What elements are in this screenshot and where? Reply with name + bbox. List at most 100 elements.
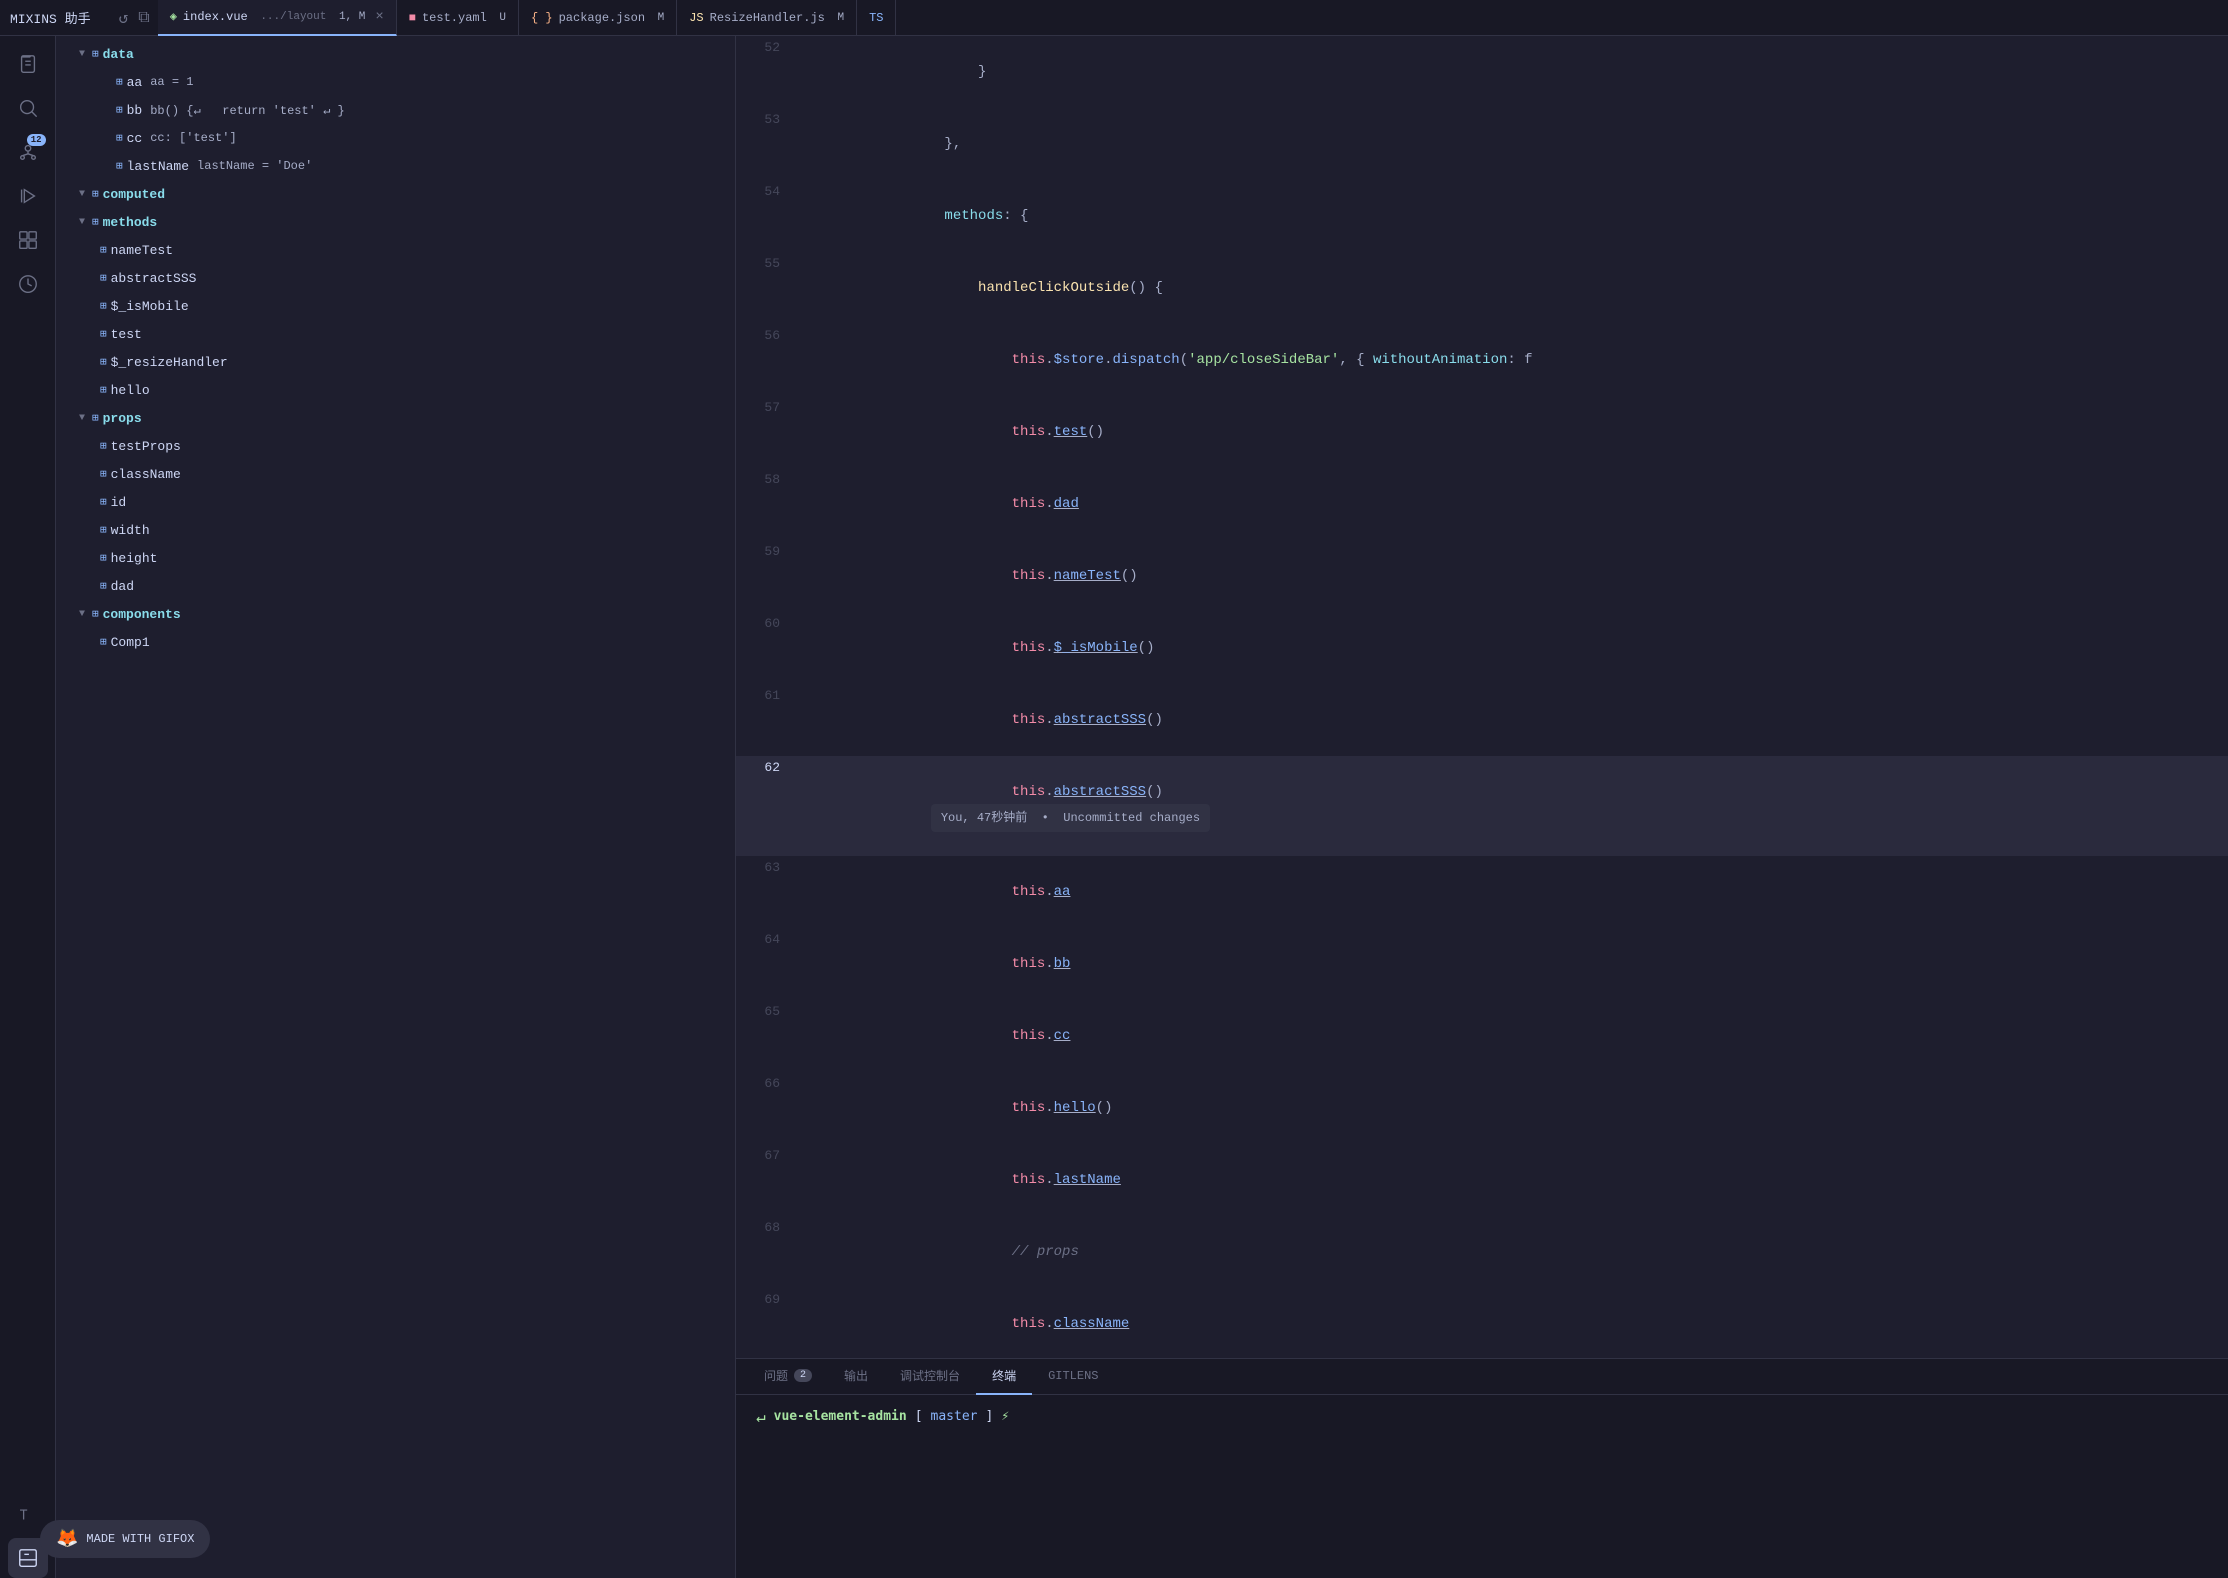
activity-bar: 12 T xyxy=(0,36,56,1578)
editor-area: 52 } 53 }, 54 xyxy=(736,36,2228,1578)
icon-hello: ⊞ xyxy=(100,383,107,397)
sidebar-item-isMobile[interactable]: ⊞ $_isMobile xyxy=(56,292,735,320)
icon-width: ⊞ xyxy=(100,523,107,537)
arrow-computed: ▼ xyxy=(76,189,88,200)
code-line-54: 54 methods: { xyxy=(736,180,2228,252)
label-computed: computed xyxy=(103,187,165,202)
sidebar-item-components[interactable]: ▼ ⊞ components xyxy=(56,600,735,628)
sidebar-item-id[interactable]: ⊞ id xyxy=(56,488,735,516)
icon-comp1: ⊞ xyxy=(100,635,107,649)
value-bb: bb() {↵ return 'test' ↵ } xyxy=(150,103,344,118)
terminal-bracket-close: ] xyxy=(986,1409,994,1424)
icon-resizeHandler: ⊞ xyxy=(100,355,107,369)
app-title: MIXINS 助手 xyxy=(10,8,91,27)
activity-extensions[interactable] xyxy=(8,220,48,260)
activity-files[interactable] xyxy=(8,44,48,84)
vue-icon: ◈ xyxy=(170,9,177,24)
sidebar-item-lastname[interactable]: ⊞ lastName lastName = 'Doe' xyxy=(56,152,735,180)
sidebar-item-abstractSSS[interactable]: ⊞ abstractSSS xyxy=(56,264,735,292)
panel-tab-issues[interactable]: 问题 2 xyxy=(748,1359,828,1395)
panel-tab-terminal-label: 终端 xyxy=(992,1367,1016,1384)
line-number-64: 64 xyxy=(736,928,796,952)
label-dad: dad xyxy=(111,579,134,594)
icon-props: ⊞ xyxy=(92,411,99,425)
line-number-67: 67 xyxy=(736,1144,796,1168)
sidebar-item-height[interactable]: ⊞ height xyxy=(56,544,735,572)
refresh-icon[interactable]: ↺ xyxy=(119,8,129,28)
code-line-58: 58 this.dad xyxy=(736,468,2228,540)
sidebar-item-nameTest[interactable]: ⊞ nameTest xyxy=(56,236,735,264)
code-line-64: 64 this.bb xyxy=(736,928,2228,1000)
icon-testProps: ⊞ xyxy=(100,439,107,453)
terminal-bracket-open: [ xyxy=(915,1409,923,1424)
sidebar-item-resizeHandler[interactable]: ⊞ $_resizeHandler xyxy=(56,348,735,376)
terminal-path: vue-element-admin xyxy=(774,1409,907,1424)
split-icon[interactable]: ⧉ xyxy=(138,9,149,27)
code-line-63: 63 this.aa xyxy=(736,856,2228,928)
activity-run[interactable] xyxy=(8,176,48,216)
label-resizeHandler: $_resizeHandler xyxy=(111,355,228,370)
icon-nameTest: ⊞ xyxy=(100,243,107,257)
arrow-props: ▼ xyxy=(76,413,88,424)
panel-tab-debug[interactable]: 调试控制台 xyxy=(884,1359,976,1395)
line-number-62: 62 xyxy=(736,756,796,780)
sidebar-item-methods[interactable]: ▼ ⊞ methods xyxy=(56,208,735,236)
terminal-prompt: ↵ vue-element-admin [ master ] ⚡ xyxy=(756,1407,2208,1426)
sidebar-item-computed[interactable]: ▼ ⊞ computed xyxy=(56,180,735,208)
code-editor[interactable]: 52 } 53 }, 54 xyxy=(736,36,2228,1358)
tab-ts[interactable]: TS xyxy=(857,0,896,36)
panel-tab-output[interactable]: 输出 xyxy=(828,1359,884,1395)
panel-tab-gitlens[interactable]: GITLENS xyxy=(1032,1359,1114,1395)
line-number-61: 61 xyxy=(736,684,796,708)
icon-computed: ⊞ xyxy=(92,187,99,201)
arrow-components: ▼ xyxy=(76,609,88,620)
tab-resize-handler[interactable]: JS ResizeHandler.js M xyxy=(677,0,857,36)
line-content-67: this.lastName xyxy=(802,1144,2228,1216)
main-layout: 12 T xyxy=(0,36,2228,1578)
sidebar-item-hello[interactable]: ⊞ hello xyxy=(56,376,735,404)
activity-search[interactable] xyxy=(8,88,48,128)
line-number-52: 52 xyxy=(736,36,796,60)
tab-label-json: package.json xyxy=(559,11,645,25)
sidebar-item-testProps[interactable]: ⊞ testProps xyxy=(56,432,735,460)
line-number-55: 55 xyxy=(736,252,796,276)
title-bar: MIXINS 助手 ↺ ⧉ ◈ index.vue .../layout 1, … xyxy=(0,0,2228,36)
label-props: props xyxy=(103,411,142,426)
sidebar-item-comp1[interactable]: ⊞ Comp1 xyxy=(56,628,735,656)
tab-index-vue[interactable]: ◈ index.vue .../layout 1, M × xyxy=(158,0,397,36)
sidebar-item-props[interactable]: ▼ ⊞ props xyxy=(56,404,735,432)
sidebar-item-cc[interactable]: ⊞ cc cc: ['test'] xyxy=(56,124,735,152)
line-number-54: 54 xyxy=(736,180,796,204)
icon-bb: ⊞ xyxy=(116,103,123,117)
sidebar-item-data[interactable]: ▼ ⊞ data xyxy=(56,40,735,68)
code-line-52: 52 } xyxy=(736,36,2228,108)
panel-tab-terminal[interactable]: 终端 xyxy=(976,1359,1032,1395)
sidebar-item-aa[interactable]: ⊞ aa aa = 1 xyxy=(56,68,735,96)
sidebar-item-test[interactable]: ⊞ test xyxy=(56,320,735,348)
tab-test-yaml[interactable]: ■ test.yaml U xyxy=(397,0,519,36)
activity-history[interactable] xyxy=(8,264,48,304)
tab-package-json[interactable]: { } package.json M xyxy=(519,0,677,36)
tabs-area: ◈ index.vue .../layout 1, M × ■ test.yam… xyxy=(158,0,2218,36)
line-number-63: 63 xyxy=(736,856,796,880)
code-line-66: 66 this.hello() xyxy=(736,1072,2228,1144)
terminal-arrow: ↵ xyxy=(756,1407,766,1426)
line-number-68: 68 xyxy=(736,1216,796,1240)
yaml-icon: ■ xyxy=(409,11,416,25)
code-line-57: 57 this.test() xyxy=(736,396,2228,468)
label-abstractSSS: abstractSSS xyxy=(111,271,197,286)
tab-close-index[interactable]: × xyxy=(375,9,383,25)
sidebar-item-className[interactable]: ⊞ className xyxy=(56,460,735,488)
sidebar-item-width[interactable]: ⊞ width xyxy=(56,516,735,544)
label-bb: bb xyxy=(127,103,143,118)
activity-git[interactable]: 12 xyxy=(8,132,48,172)
label-components: components xyxy=(103,607,181,622)
activity-text[interactable]: T xyxy=(8,1494,48,1534)
js-icon: JS xyxy=(689,11,703,25)
line-content-66: this.hello() xyxy=(802,1072,2228,1144)
sidebar-item-dad[interactable]: ⊞ dad xyxy=(56,572,735,600)
hover-tooltip-62: You, 47秒钟前 • Uncommitted changes xyxy=(931,804,1210,832)
line-content-58: this.dad xyxy=(802,468,2228,540)
sidebar-item-bb[interactable]: ⊞ bb bb() {↵ return 'test' ↵ } xyxy=(56,96,735,124)
label-aa: aa xyxy=(127,75,143,90)
